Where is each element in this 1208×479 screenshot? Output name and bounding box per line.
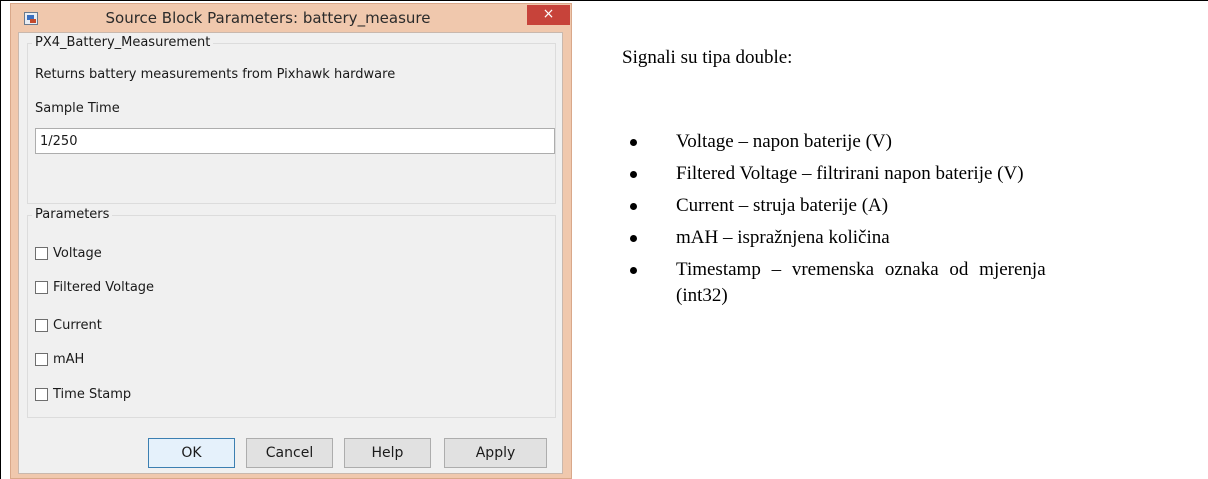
mah-checkbox-label: mAH [53, 351, 85, 367]
signal-list: Voltage – napon baterije (V) Filtered Vo… [630, 126, 1200, 312]
mah-checkbox-row[interactable]: mAH [35, 350, 84, 368]
filtered-voltage-checkbox[interactable] [35, 280, 48, 294]
voltage-checkbox-row[interactable]: Voltage [35, 244, 102, 262]
parameters-group-left-border [27, 215, 28, 417]
current-checkbox[interactable] [35, 318, 48, 332]
list-item-text: mAH – ispražnjena količina [676, 227, 890, 248]
close-icon: × [542, 6, 555, 22]
block-group-bottom-border [27, 203, 556, 204]
intro-paragraph: Signali su tipa double: [622, 47, 793, 68]
list-item-text: Current – struja baterije (A) [676, 195, 889, 216]
dialog-client-area: PX4_Battery_Measurement Returns battery … [18, 32, 563, 474]
ok-button[interactable]: OK [148, 438, 235, 468]
apply-button[interactable]: Apply [444, 438, 547, 468]
block-name-label: PX4_Battery_Measurement [32, 35, 214, 50]
block-group-left-border [27, 43, 28, 203]
list-item-text: Filtered Voltage – filtrirani napon bate… [676, 163, 1024, 184]
help-button[interactable]: Help [344, 438, 431, 468]
voltage-checkbox[interactable] [35, 246, 48, 260]
list-item-text: Voltage – napon baterije (V) [676, 131, 892, 152]
filtered-voltage-checkbox-row[interactable]: Filtered Voltage [35, 278, 154, 296]
left-border-line [0, 0, 1, 479]
time-stamp-checkbox-row[interactable]: Time Stamp [35, 385, 131, 403]
list-item: Current – struja baterije (A) [630, 190, 1200, 222]
list-item-text-continuation: (int32) [676, 285, 728, 306]
parameters-group-label: Parameters [32, 207, 113, 222]
top-border-line [0, 0, 1208, 1]
list-item: Timestamp – vremenska oznaka od mjerenja… [630, 254, 1200, 312]
time-stamp-checkbox[interactable] [35, 387, 48, 401]
list-item-text: Timestamp – vremenska oznaka od mjerenja [676, 259, 1046, 280]
sample-time-label: Sample Time [35, 101, 120, 116]
bullet-icon [630, 235, 637, 242]
list-item: Voltage – napon baterije (V) [630, 126, 1200, 158]
bullet-icon [630, 203, 637, 210]
block-group-right-border [555, 43, 556, 203]
dialog-title: Source Block Parameters: battery_measure [105, 9, 431, 27]
parameters-group-bottom-border [27, 417, 556, 418]
block-description: Returns battery measurements from Pixhaw… [35, 67, 396, 82]
sample-time-input[interactable] [35, 128, 555, 154]
cancel-button[interactable]: Cancel [246, 438, 333, 468]
list-item: Filtered Voltage – filtrirani napon bate… [630, 158, 1200, 190]
mah-checkbox[interactable] [35, 352, 48, 366]
bullet-icon [630, 171, 637, 178]
source-block-parameters-dialog: Source Block Parameters: battery_measure… [10, 3, 572, 479]
list-item: mAH – ispražnjena količina [630, 222, 1200, 254]
bullet-icon [630, 267, 637, 274]
current-checkbox-label: Current [53, 317, 102, 333]
close-button[interactable]: × [527, 5, 570, 25]
title-bar[interactable]: Source Block Parameters: battery_measure… [11, 4, 571, 32]
parameters-group-right-border [555, 215, 556, 417]
filtered-voltage-checkbox-label: Filtered Voltage [53, 279, 155, 295]
voltage-checkbox-label: Voltage [53, 245, 102, 261]
current-checkbox-row[interactable]: Current [35, 316, 102, 334]
time-stamp-checkbox-label: Time Stamp [53, 386, 132, 402]
bullet-icon [630, 139, 637, 146]
